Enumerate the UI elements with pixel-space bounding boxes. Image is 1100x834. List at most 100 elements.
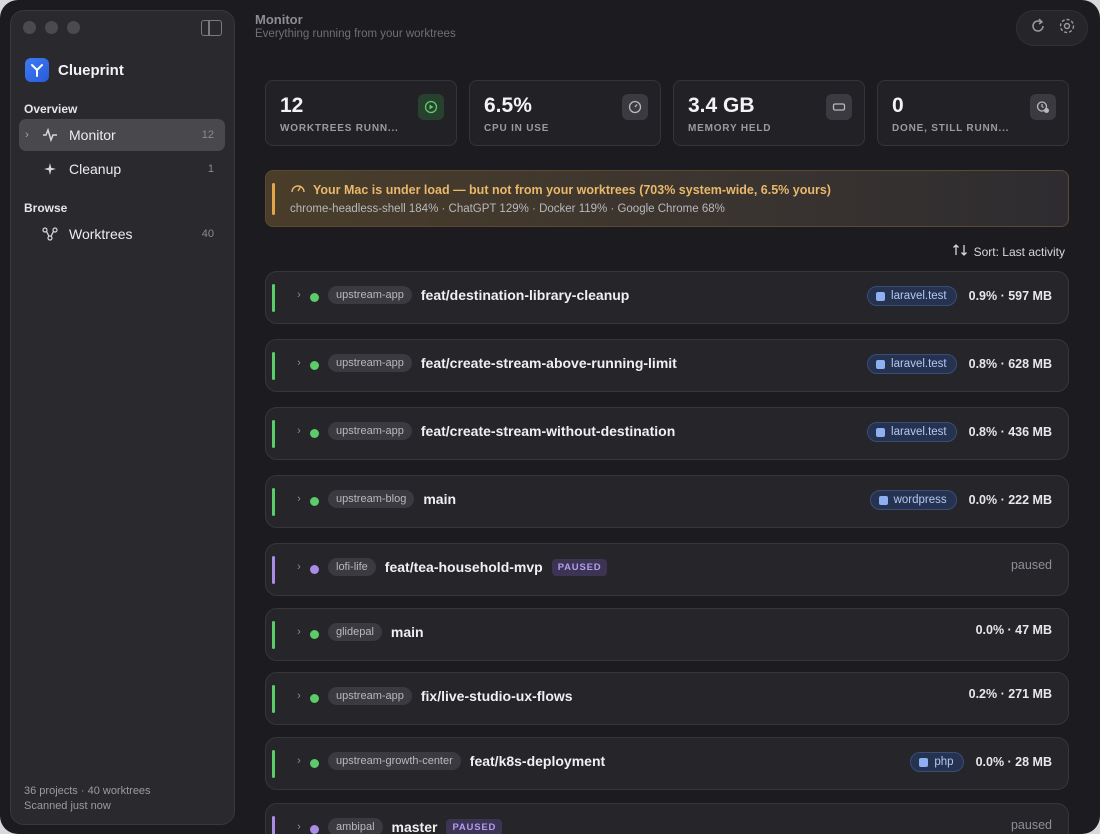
zoom-window-button[interactable] bbox=[67, 21, 80, 34]
sort-label: Sort: Last activity bbox=[973, 244, 1065, 259]
sparkle-icon bbox=[39, 162, 61, 176]
running-status-dot bbox=[310, 759, 319, 768]
sidebar-item-worktrees[interactable]: Worktrees 40 bbox=[19, 218, 225, 250]
sidebar-item-count: 12 bbox=[201, 129, 214, 141]
stat-label: MEMORY HELD bbox=[688, 123, 772, 134]
memory-icon bbox=[826, 94, 852, 120]
sidebar-footer: 36 projects · 40 worktrees Scanned just … bbox=[24, 784, 151, 814]
row-content: upstream-app feat/create-stream-without-… bbox=[328, 422, 675, 440]
app-name: Clueprint bbox=[58, 61, 124, 79]
minimize-window-button[interactable] bbox=[45, 21, 58, 34]
project-tag: glidepal bbox=[328, 623, 382, 641]
sort-arrows-icon bbox=[952, 243, 968, 260]
site-link[interactable]: wordpress bbox=[869, 490, 957, 510]
sidebar-item-cleanup[interactable]: Cleanup 1 bbox=[19, 153, 225, 185]
project-tag: upstream-app bbox=[328, 422, 412, 440]
stat-label: DONE, STILL RUNN... bbox=[892, 123, 1010, 134]
worktree-row[interactable]: › lofi-life feat/tea-household-mvp PAUSE… bbox=[265, 543, 1069, 596]
status-accent bbox=[272, 621, 275, 649]
running-status-dot bbox=[310, 694, 319, 703]
window-controls bbox=[23, 21, 80, 34]
site-label: laravel.test bbox=[891, 290, 947, 302]
project-summary: 36 projects · 40 worktrees bbox=[24, 785, 151, 797]
sidebar-item-label: Monitor bbox=[69, 127, 116, 143]
site-link[interactable]: laravel.test bbox=[867, 286, 957, 306]
branch-name: feat/create-stream-without-destination bbox=[420, 423, 676, 439]
worktree-row[interactable]: › ambipal master PAUSED paused bbox=[265, 803, 1069, 834]
site-link[interactable]: laravel.test bbox=[867, 422, 957, 442]
resource-metrics: 0.8% · 436 MB bbox=[968, 425, 1052, 439]
worktree-row[interactable]: › upstream-app feat/destination-library-… bbox=[265, 271, 1069, 324]
sidebar-toggle-icon[interactable] bbox=[201, 20, 222, 36]
worktree-row[interactable]: › upstream-blog main wordpress 0.0% · 22… bbox=[265, 475, 1069, 528]
branch-name: master bbox=[391, 819, 438, 834]
row-meta: laravel.test 0.9% · 597 MB bbox=[867, 286, 1052, 306]
stat-card-done-still-running: 0 DONE, STILL RUNN... bbox=[877, 80, 1069, 146]
gear-icon[interactable] bbox=[1058, 17, 1076, 40]
status-accent bbox=[272, 488, 275, 516]
row-content: upstream-blog main bbox=[328, 490, 456, 508]
resource-metrics: 0.9% · 597 MB bbox=[968, 289, 1052, 303]
play-icon bbox=[418, 94, 444, 120]
stats-row: 12 WORKTREES RUNN... 6.5% CPU IN USE 3.4… bbox=[265, 80, 1069, 146]
chevron-right-icon[interactable]: › bbox=[292, 493, 306, 505]
sort-control[interactable]: Sort: Last activity bbox=[952, 243, 1065, 260]
speedometer-icon bbox=[290, 181, 306, 198]
close-window-button[interactable] bbox=[23, 21, 36, 34]
row-content: upstream-app feat/create-stream-above-ru… bbox=[328, 354, 677, 372]
chevron-right-icon[interactable]: › bbox=[292, 626, 306, 638]
stat-value: 6.5% bbox=[484, 94, 532, 117]
chevron-right-icon[interactable]: › bbox=[292, 289, 306, 301]
chevron-right-icon[interactable]: › bbox=[292, 755, 306, 767]
refresh-icon[interactable] bbox=[1029, 17, 1047, 40]
brand: Clueprint bbox=[25, 58, 124, 82]
external-link-icon bbox=[919, 757, 929, 767]
site-link[interactable]: php bbox=[910, 752, 964, 772]
external-link-icon bbox=[878, 495, 888, 505]
system-load-alert: Your Mac is under load — but not from yo… bbox=[265, 170, 1069, 227]
status-accent bbox=[272, 352, 275, 380]
sidebar: Clueprint Overview › Monitor 12 Cleanup … bbox=[10, 10, 235, 825]
running-status-dot bbox=[310, 497, 319, 506]
running-status-dot bbox=[310, 293, 319, 302]
row-meta: php 0.0% · 28 MB bbox=[910, 752, 1052, 772]
worktree-row[interactable]: › upstream-growth-center feat/k8s-deploy… bbox=[265, 737, 1069, 790]
worktree-row[interactable]: › upstream-app fix/live-studio-ux-flows … bbox=[265, 672, 1069, 725]
row-meta: paused bbox=[1011, 818, 1052, 832]
header-actions bbox=[1016, 10, 1088, 46]
chevron-right-icon[interactable]: › bbox=[292, 690, 306, 702]
stat-label: CPU IN USE bbox=[484, 123, 550, 134]
chevron-right-icon[interactable]: › bbox=[292, 357, 306, 369]
alert-detail: chrome-headless-shell 184% · ChatGPT 129… bbox=[290, 203, 725, 215]
chevron-right-icon[interactable]: › bbox=[292, 821, 306, 833]
row-meta: wordpress 0.0% · 222 MB bbox=[869, 490, 1052, 510]
stat-card-cpu: 6.5% CPU IN USE bbox=[469, 80, 661, 146]
row-content: lofi-life feat/tea-household-mvp PAUSED bbox=[328, 558, 608, 576]
worktree-row[interactable]: › glidepal main 0.0% · 47 MB bbox=[265, 608, 1069, 661]
branch-icon bbox=[39, 227, 61, 241]
gauge-icon bbox=[622, 94, 648, 120]
sidebar-item-label: Cleanup bbox=[69, 161, 122, 177]
alert-accent bbox=[272, 183, 275, 215]
chevron-right-icon[interactable]: › bbox=[292, 561, 306, 573]
site-link[interactable]: laravel.test bbox=[867, 354, 957, 374]
sidebar-item-label: Worktrees bbox=[69, 226, 133, 242]
status-accent bbox=[272, 750, 275, 778]
branch-name: feat/create-stream-above-running-limit bbox=[420, 355, 677, 371]
resource-metrics: 0.8% · 628 MB bbox=[968, 357, 1052, 371]
alert-title-text: Your Mac is under load — but not from yo… bbox=[313, 182, 831, 197]
worktree-row[interactable]: › upstream-app feat/create-stream-withou… bbox=[265, 407, 1069, 460]
running-status-dot bbox=[310, 429, 319, 438]
branch-name: main bbox=[390, 624, 424, 640]
stat-value: 0 bbox=[892, 94, 904, 117]
site-label: laravel.test bbox=[891, 358, 947, 370]
chevron-right-icon[interactable]: › bbox=[292, 425, 306, 437]
sidebar-item-monitor[interactable]: › Monitor 12 bbox=[19, 119, 225, 151]
branch-name: feat/tea-household-mvp bbox=[384, 559, 543, 575]
project-tag: upstream-blog bbox=[328, 490, 415, 508]
stat-label: WORKTREES RUNN... bbox=[280, 123, 399, 134]
site-label: laravel.test bbox=[891, 426, 947, 438]
worktree-row[interactable]: › upstream-app feat/create-stream-above-… bbox=[265, 339, 1069, 392]
page-title: Monitor bbox=[255, 12, 303, 27]
project-tag: upstream-app bbox=[328, 354, 412, 372]
